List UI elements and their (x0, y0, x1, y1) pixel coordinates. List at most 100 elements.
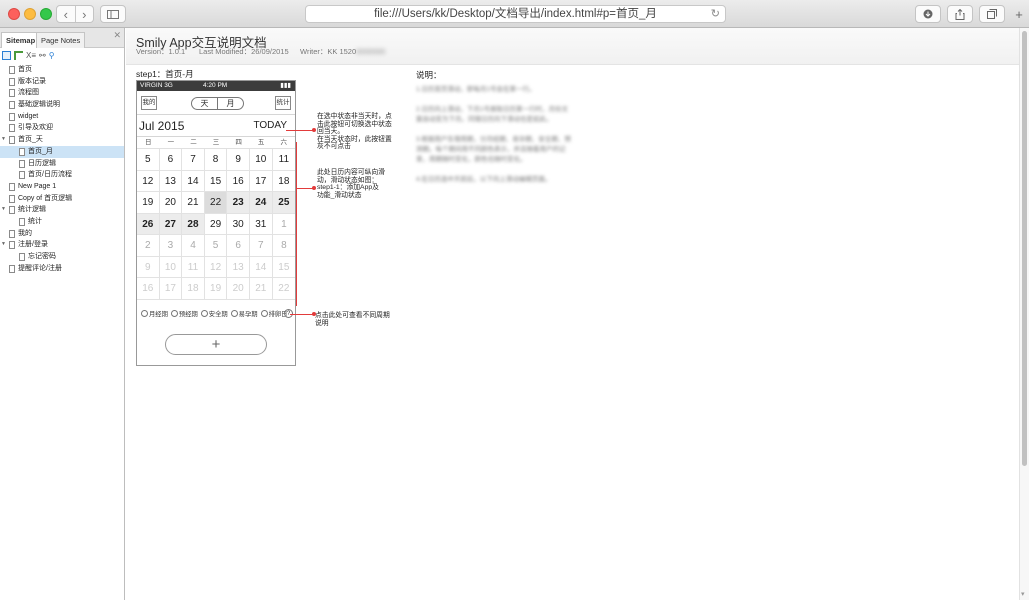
calendar-day[interactable]: 3 (159, 235, 183, 257)
sitemap-item[interactable]: New Page 1 (0, 181, 124, 193)
calendar-day[interactable]: 17 (159, 278, 183, 300)
reload-icon[interactable]: ↻ (711, 6, 720, 23)
calendar-day[interactable]: 13 (227, 256, 250, 278)
calendar-day[interactable]: 9 (227, 149, 250, 171)
sitemap-item[interactable]: Copy of 首页逻辑 (0, 193, 124, 205)
forward-icon[interactable]: › (76, 6, 94, 22)
calendar-day[interactable]: 11 (182, 256, 205, 278)
calendar-day[interactable]: 8 (204, 149, 228, 171)
calendar-day[interactable]: 1 (272, 214, 296, 235)
calendar-day[interactable]: 22 (204, 192, 228, 214)
sitemap-item[interactable]: ▼ 注册/登录 (0, 239, 124, 251)
calendar-day[interactable]: 22 (272, 278, 296, 300)
sitemap-item[interactable]: 首页/日历流程 (0, 169, 124, 181)
calendar-day[interactable]: 16 (137, 278, 160, 300)
calendar-day[interactable]: 6 (227, 235, 250, 257)
search-icon[interactable]: ⚲ (49, 51, 55, 60)
close-window-button[interactable] (8, 8, 20, 20)
calendar-day[interactable]: 18 (272, 171, 296, 192)
add-record-button[interactable]: + (165, 334, 267, 355)
calendar-day[interactable]: 19 (204, 278, 228, 300)
calendar-day[interactable]: 20 (159, 192, 183, 214)
calendar-day[interactable]: 21 (182, 192, 205, 214)
calendar-day[interactable]: 17 (249, 170, 273, 192)
sitemap-item[interactable]: 引导及欢迎 (0, 122, 124, 134)
sitemap-item[interactable]: widget (0, 111, 124, 123)
calendar-day[interactable]: 16 (227, 170, 250, 192)
calendar-day[interactable]: 7 (249, 235, 273, 257)
tabs-overview-button[interactable] (979, 5, 1005, 23)
sitemap-item[interactable]: 基础逻辑说明 (0, 99, 124, 111)
tree-icon[interactable] (14, 50, 23, 60)
sitemap-item[interactable]: 统计 (0, 216, 124, 228)
calendar-day[interactable]: 31 (249, 213, 273, 235)
calendar-day[interactable]: 21 (249, 278, 273, 300)
calendar-day[interactable]: 8 (272, 235, 296, 257)
sitemap-item[interactable]: 版本记录 (0, 76, 124, 88)
calendar-day[interactable]: 27 (159, 213, 183, 235)
notes-title: 说明： (416, 70, 442, 80)
calendar-day[interactable]: 26 (137, 213, 160, 235)
calendar-day[interactable]: 5 (204, 235, 228, 257)
minimize-window-button[interactable] (24, 8, 36, 20)
calendar-day[interactable]: 24 (249, 192, 273, 214)
calendar-day[interactable]: 19 (137, 192, 160, 214)
sitemap-item[interactable]: 首页 (0, 64, 124, 76)
expand-toggle-icon[interactable]: ▼ (1, 239, 6, 251)
back-icon[interactable]: ‹ (57, 6, 76, 22)
link-icon[interactable]: ⚯ (39, 51, 46, 60)
calendar-day[interactable]: 28 (182, 213, 205, 235)
new-tab-button[interactable]: + (1012, 5, 1026, 23)
expand-toggle-icon[interactable]: ▼ (1, 134, 6, 146)
variables-icon[interactable]: X≡ (26, 51, 36, 60)
my-button[interactable]: 我的 (141, 96, 157, 110)
segment-day[interactable]: 天 (192, 98, 218, 109)
tab-sitemap[interactable]: Sitemap (1, 32, 41, 48)
calendar-day[interactable]: 10 (249, 149, 273, 171)
sitemap-item[interactable]: 我的 (0, 228, 124, 240)
calendar-day[interactable]: 29 (204, 213, 228, 235)
calendar-day[interactable]: 11 (272, 149, 296, 171)
calendar-day[interactable]: 18 (182, 278, 205, 300)
zoom-window-button[interactable] (40, 8, 52, 20)
sitemap-item[interactable]: 首页_月 (0, 145, 124, 158)
calendar-day[interactable]: 25 (272, 192, 296, 214)
calendar-day[interactable]: 9 (137, 256, 160, 278)
calendar-day[interactable]: 12 (204, 256, 228, 278)
downloads-button[interactable] (915, 5, 941, 23)
calendar-day[interactable]: 30 (227, 213, 250, 235)
calendar-day[interactable]: 15 (204, 170, 228, 192)
calendar-day[interactable]: 15 (272, 257, 296, 278)
expand-toggle-icon[interactable]: ▼ (1, 204, 6, 216)
sidebar-toggle-button[interactable] (100, 5, 126, 23)
sitemap-icon[interactable] (2, 50, 11, 60)
sitemap-item[interactable]: 提醒评论/注册 (0, 263, 124, 275)
calendar-day[interactable]: 5 (137, 149, 160, 171)
sitemap-item[interactable]: ▼ 统计逻辑 (0, 204, 124, 216)
segment-month[interactable]: 月 (218, 98, 243, 109)
sitemap-item[interactable]: 忘记密码 (0, 251, 124, 263)
calendar-day[interactable]: 20 (227, 278, 250, 300)
today-button[interactable]: TODAY (253, 120, 287, 131)
address-bar[interactable]: file:///Users/kk/Desktop/文档导出/index.html… (305, 5, 726, 23)
close-icon[interactable]: ✕ (113, 30, 121, 41)
calendar-day[interactable]: 14 (249, 256, 273, 278)
calendar-day[interactable]: 6 (159, 149, 183, 171)
share-button[interactable] (947, 5, 973, 23)
stats-button[interactable]: 统计 (275, 96, 291, 110)
tab-page-notes[interactable]: Page Notes (36, 32, 86, 48)
calendar-day[interactable]: 10 (159, 256, 183, 278)
calendar-day[interactable]: 12 (137, 170, 160, 192)
calendar-day[interactable]: 13 (159, 170, 183, 192)
scroll-down-icon[interactable]: ▾ (1021, 590, 1025, 598)
calendar-day[interactable]: 23 (227, 192, 250, 214)
calendar-day[interactable]: 2 (137, 235, 160, 257)
sitemap-item[interactable]: 日历逻辑 (0, 158, 124, 170)
calendar-day[interactable]: 14 (182, 170, 205, 192)
vertical-scrollbar[interactable]: ▾ (1019, 28, 1029, 600)
sitemap-item[interactable]: 流程图 (0, 87, 124, 99)
sitemap-item[interactable]: ▼ 首页_天 (0, 134, 124, 146)
scrollbar-thumb[interactable] (1022, 31, 1027, 466)
calendar-day[interactable]: 7 (182, 149, 205, 171)
calendar-day[interactable]: 4 (182, 235, 205, 257)
